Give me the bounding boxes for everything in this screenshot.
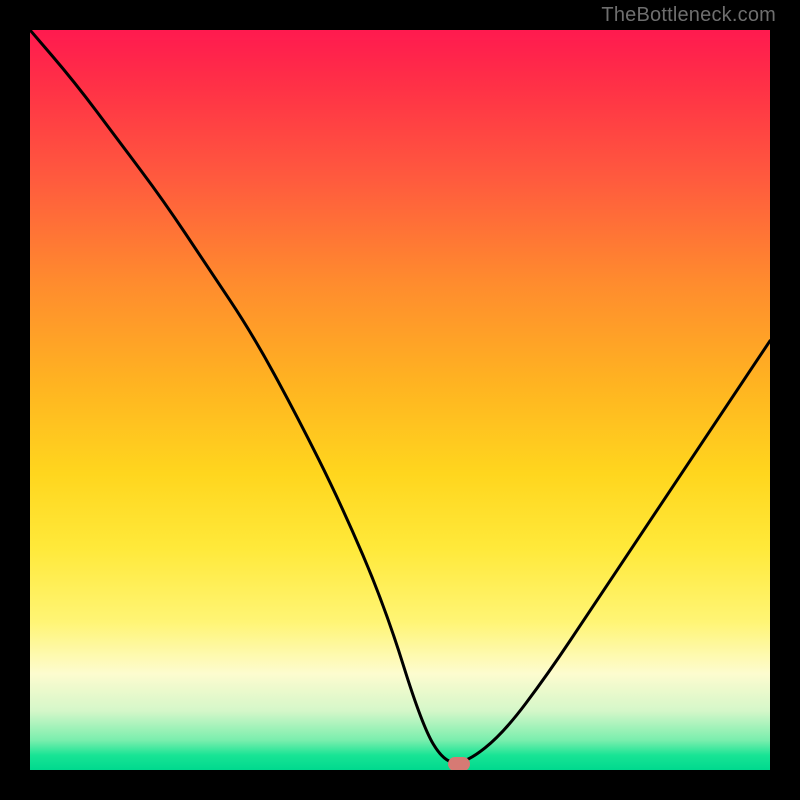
plot-area <box>30 30 770 770</box>
optimal-point-marker <box>448 757 470 770</box>
chart-frame: TheBottleneck.com <box>0 0 800 800</box>
bottleneck-curve <box>30 30 770 763</box>
curve-svg <box>30 30 770 770</box>
watermark-text: TheBottleneck.com <box>601 4 776 27</box>
